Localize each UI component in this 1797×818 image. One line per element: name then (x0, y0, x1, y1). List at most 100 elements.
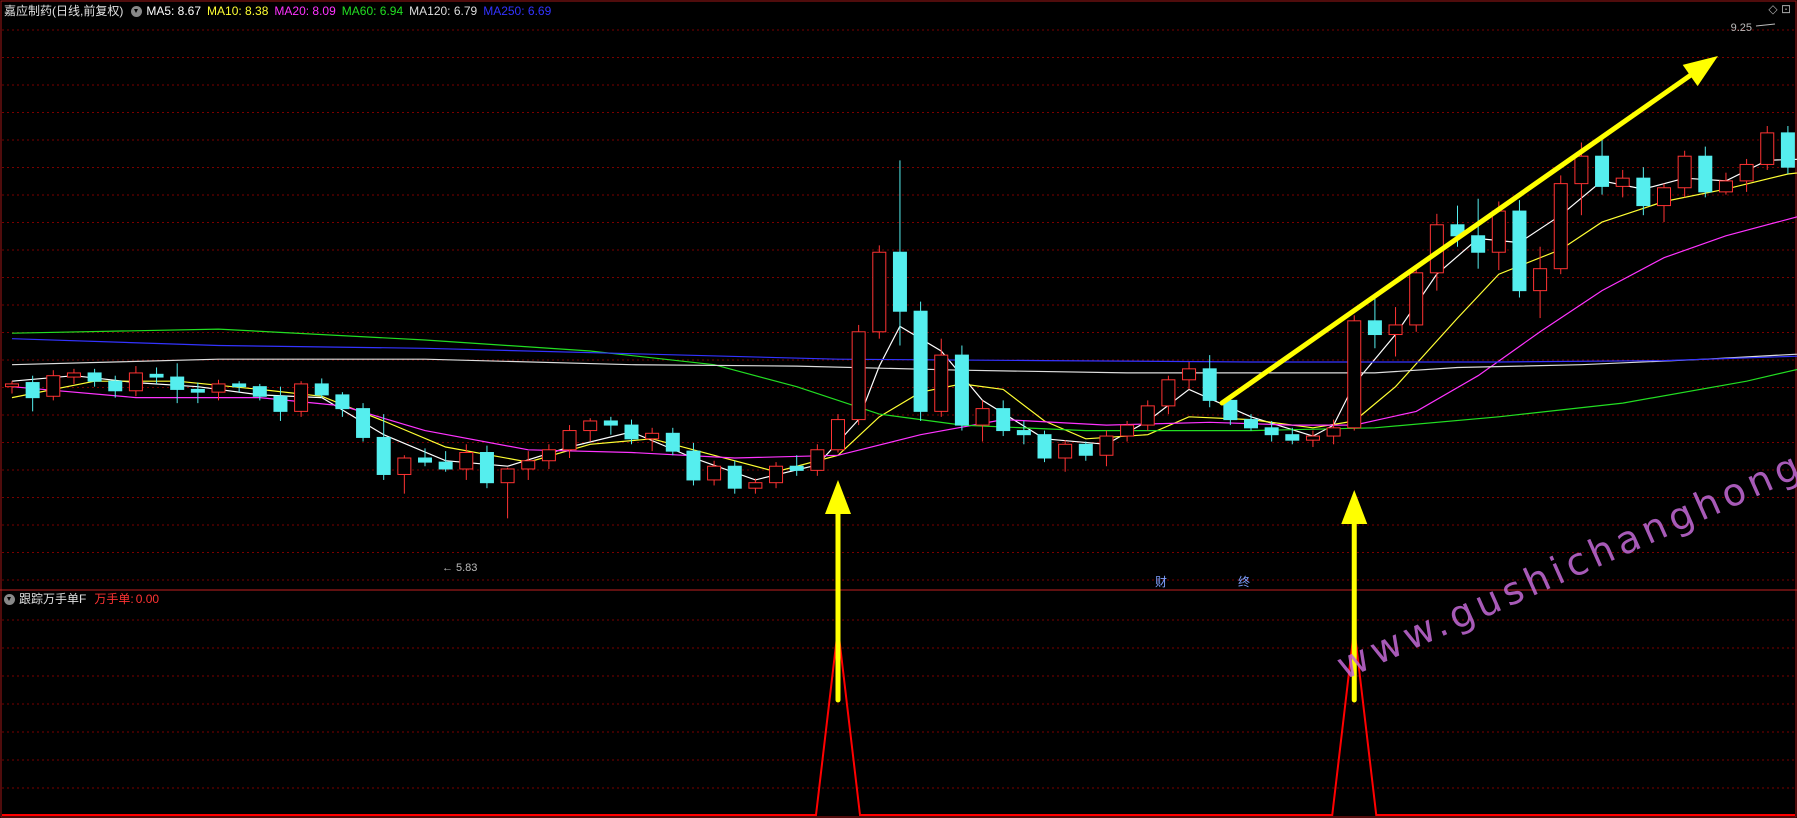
main-header: 嘉应制药(日线,前复权) MA5: 8.67 MA10: 8.38 MA20: 8.… (0, 1, 561, 21)
candle-body (1574, 155, 1589, 185)
candle-body (1326, 427, 1341, 437)
candle-body (1182, 368, 1197, 381)
candle-body (748, 482, 763, 489)
candle-body (934, 354, 949, 412)
candle-body (479, 452, 494, 484)
stock-title: 嘉应制药(日线,前复权) (4, 4, 124, 18)
event-label-1: 财 (1155, 575, 1167, 589)
candle-body (1058, 443, 1073, 459)
ma-legend-item: MA250: 6.69 (483, 4, 552, 18)
candle[interactable] (356, 403, 371, 442)
candle-body (46, 375, 61, 397)
candle-body (541, 449, 556, 462)
candle-body (418, 457, 432, 463)
candle-body (1698, 155, 1713, 193)
candle-body (1099, 435, 1114, 456)
candle[interactable] (1037, 430, 1052, 463)
candle[interactable] (479, 445, 494, 489)
candle-body (66, 372, 81, 378)
candle-body (1718, 180, 1733, 193)
candle-body (1739, 163, 1754, 182)
candle[interactable] (1760, 126, 1775, 170)
candle-body (1264, 427, 1279, 436)
candle-body (500, 468, 515, 484)
candle-body (727, 465, 742, 489)
candle-body (1078, 443, 1093, 456)
candle[interactable] (954, 345, 969, 431)
candle-body (356, 408, 371, 438)
candle-body (1595, 155, 1610, 187)
candle[interactable] (1409, 265, 1424, 332)
candle-body (87, 372, 102, 382)
candle-body (1347, 320, 1362, 429)
ma-legend: MA5: 8.67 MA10: 8.38 MA20: 8.09 MA60: 6.94 M… (146, 1, 557, 21)
candle[interactable] (294, 381, 309, 417)
candle-body (1037, 434, 1052, 459)
indicator-name: 跟踪万手单F (19, 592, 87, 606)
candle-body (975, 408, 990, 426)
event-label-2: 终 (1238, 574, 1250, 589)
candle[interactable] (1512, 200, 1527, 298)
candle-body (1636, 177, 1651, 207)
candle-body (1677, 155, 1692, 189)
candle[interactable] (1780, 126, 1795, 175)
candle[interactable] (1553, 175, 1568, 275)
candle-body (273, 395, 288, 412)
candle-body (232, 383, 247, 388)
candle-body (707, 465, 722, 481)
candle-body (25, 382, 40, 399)
candle-body (252, 386, 267, 397)
candle-body (1202, 368, 1217, 401)
candle-body (376, 436, 391, 475)
indicator-header: 跟踪万手单F 万手单: 0.00 (0, 589, 163, 609)
candle-body (665, 432, 680, 452)
candle-body (1367, 320, 1382, 336)
indicator-label: 万手单: (94, 592, 134, 606)
candle-body (769, 465, 784, 484)
candle-body (996, 408, 1011, 432)
candle-body (1409, 272, 1424, 326)
candle-body (810, 449, 825, 471)
ma-legend-item: MA5: 8.67 (146, 4, 202, 18)
candle-body (1512, 210, 1527, 292)
candle-body (459, 452, 474, 470)
background (0, 0, 1797, 818)
candle-body (128, 372, 143, 392)
corner-icons[interactable]: ◇ ⊡ (1768, 2, 1791, 16)
candle-body (108, 380, 123, 392)
candle-body (1140, 405, 1155, 426)
ma-legend-item: MA20: 8.09 (274, 4, 336, 18)
candle-body (1120, 424, 1135, 437)
candle-body (1491, 210, 1506, 253)
candle-body (1471, 235, 1486, 253)
candle-body (211, 383, 226, 393)
candle-body (438, 461, 453, 470)
candle[interactable] (872, 245, 887, 339)
candle-body (892, 251, 907, 312)
ma-legend-item: MA120: 6.79 (409, 4, 478, 18)
candle-body (789, 465, 804, 471)
candle-body (872, 251, 887, 333)
candle-body (335, 394, 350, 410)
candle[interactable] (913, 301, 928, 421)
candle-body (1285, 434, 1300, 441)
candle[interactable] (831, 414, 845, 453)
candle[interactable] (851, 324, 866, 426)
indicator-value: 0.00 (135, 592, 160, 606)
candle-body (1388, 324, 1403, 336)
candle-body (603, 420, 618, 426)
dropdown-icon[interactable] (131, 5, 143, 17)
candle-body (954, 354, 969, 426)
candle-body (5, 383, 19, 388)
candle-body (1533, 268, 1548, 292)
candle-body (1615, 177, 1630, 187)
candle[interactable] (1347, 315, 1362, 431)
candle-body (170, 376, 185, 390)
indicator-dropdown-icon[interactable] (4, 593, 15, 605)
candle-body (1161, 379, 1176, 407)
high-price-label: 9.25 (1731, 22, 1752, 34)
candle-body (851, 331, 866, 421)
candle-body (1016, 430, 1031, 436)
candle-body (1305, 435, 1320, 441)
candle-body (686, 450, 701, 481)
